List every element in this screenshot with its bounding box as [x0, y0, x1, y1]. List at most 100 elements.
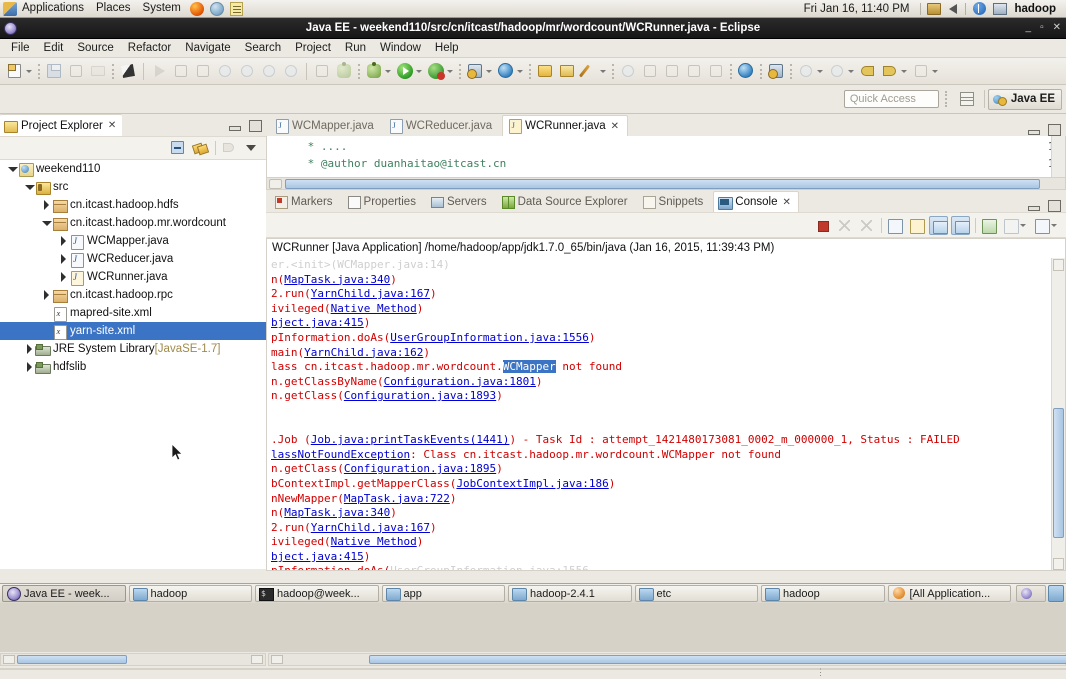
terminate-button[interactable]: [193, 61, 213, 81]
volume-icon[interactable]: [949, 4, 957, 14]
resume-button[interactable]: [149, 61, 169, 81]
tree-item-hdfslib[interactable]: hdfslib: [0, 358, 266, 376]
scroll-thumb[interactable]: [1053, 408, 1064, 538]
print-button[interactable]: [88, 61, 108, 81]
terminate-icon[interactable]: [813, 216, 832, 235]
menu-help[interactable]: Help: [428, 39, 466, 57]
scroll-right-button[interactable]: [251, 655, 263, 664]
open-type-arrow[interactable]: [517, 70, 523, 73]
tree-item-mapred-site-xml[interactable]: xmapred-site.xml: [0, 304, 266, 322]
network-icon[interactable]: [993, 3, 1007, 15]
tab-wcmapper[interactable]: J WCMapper.java: [270, 115, 382, 136]
menu-project[interactable]: Project: [288, 39, 338, 57]
twisty-open-icon[interactable]: [6, 160, 18, 178]
tab-wcreducer[interactable]: J WCReducer.java: [384, 115, 500, 136]
step-return-button[interactable]: [259, 61, 279, 81]
package-icon[interactable]: [927, 3, 941, 15]
suspend-button[interactable]: [171, 61, 191, 81]
last-edit-button[interactable]: [684, 61, 704, 81]
explorer-horizontal-scrollbar[interactable]: [0, 653, 266, 666]
skip-breakpoints-button[interactable]: [334, 61, 354, 81]
focus-on-active-task-icon[interactable]: [220, 139, 238, 157]
tree-item-cn-itcast-hadoop-hdfs[interactable]: cn.itcast.hadoop.hdfs: [0, 196, 266, 214]
stack-trace-link[interactable]: YarnChild.java:167: [311, 521, 430, 534]
new-class-arrow[interactable]: [600, 70, 606, 73]
twisty-closed-icon[interactable]: [57, 250, 69, 268]
open-perspective-button[interactable]: [766, 61, 786, 81]
pin-editor-button[interactable]: [911, 61, 931, 81]
collapse-all-icon[interactable]: [169, 139, 187, 157]
run-dropdown-arrow[interactable]: [416, 70, 422, 73]
server-arrow[interactable]: [486, 70, 492, 73]
menu-file[interactable]: File: [4, 39, 37, 57]
twisty-closed-icon[interactable]: [57, 232, 69, 250]
scroll-left-button[interactable]: [269, 179, 282, 189]
console-vertical-scrollbar[interactable]: [1051, 258, 1065, 571]
editor-horizontal-scrollbar[interactable]: [267, 177, 1066, 189]
quick-fix-button[interactable]: [118, 61, 138, 81]
menu-navigate[interactable]: Navigate: [178, 39, 237, 57]
stack-trace-link[interactable]: YarnChild.java:167: [311, 287, 430, 300]
forward-navigation-button[interactable]: [880, 61, 900, 81]
taskbar-item-etc[interactable]: etc: [635, 585, 759, 602]
menu-places[interactable]: Places: [90, 0, 137, 17]
new-console-view-icon[interactable]: [979, 216, 998, 235]
prev-annotation-button[interactable]: [662, 61, 682, 81]
project-tree[interactable]: weekend110srccn.itcast.hadoop.hdfscn.itc…: [0, 160, 266, 569]
tree-item-wcmapper-java[interactable]: JWCMapper.java: [0, 232, 266, 250]
tab-project-explorer[interactable]: Project Explorer ✕: [0, 114, 122, 136]
twisty-closed-icon[interactable]: [23, 358, 35, 376]
drop-to-frame-button[interactable]: [281, 61, 301, 81]
close-icon[interactable]: ✕: [783, 197, 791, 208]
stack-trace-link[interactable]: Native Method: [331, 535, 417, 548]
step-over-button[interactable]: [237, 61, 257, 81]
twisty-closed-icon[interactable]: [57, 268, 69, 286]
show-console-arrow[interactable]: [1020, 224, 1026, 227]
new-java-project-button[interactable]: [535, 61, 555, 81]
new-dropdown-arrow[interactable]: [26, 70, 32, 73]
stack-trace-link[interactable]: bject.java:415: [271, 316, 364, 329]
search-button[interactable]: [618, 61, 638, 81]
quick-access-input[interactable]: Quick Access: [844, 90, 939, 108]
taskbar-item-java-ee-week[interactable]: Java EE - week...: [2, 585, 126, 602]
maximize-console-icon[interactable]: [1047, 199, 1060, 212]
twisty-closed-icon[interactable]: [40, 286, 52, 304]
new-button[interactable]: [5, 61, 25, 81]
back-navigation-button[interactable]: [858, 61, 878, 81]
bluetooth-icon[interactable]: [973, 2, 986, 15]
tab-data-source-explorer[interactable]: Data Source Explorer: [497, 191, 635, 212]
stack-trace-link[interactable]: Configuration.java:1893: [344, 389, 496, 402]
user-menu[interactable]: hadoop: [1010, 3, 1062, 15]
window-preview-thumbnail[interactable]: [1016, 585, 1046, 602]
menu-applications[interactable]: Applications: [0, 0, 90, 17]
scroll-thumb[interactable]: [17, 655, 127, 664]
scroll-up-button[interactable]: [1053, 259, 1064, 271]
save-all-button[interactable]: [66, 61, 86, 81]
close-icon[interactable]: ✕: [611, 121, 619, 132]
clock-label[interactable]: Fri Jan 16, 11:40 PM: [796, 3, 918, 15]
step-into-button[interactable]: [215, 61, 235, 81]
minimize-button[interactable]: _: [1026, 23, 1032, 33]
menu-window[interactable]: Window: [373, 39, 428, 57]
stack-trace-link[interactable]: MapTask.java:722: [344, 492, 450, 505]
back-history-button[interactable]: [827, 61, 847, 81]
stack-trace-link[interactable]: Configuration.java:1895: [344, 462, 496, 475]
view-menu-icon[interactable]: [242, 139, 260, 157]
run-button[interactable]: [395, 61, 415, 81]
twisty-open-icon[interactable]: [40, 214, 52, 232]
scroll-down-button[interactable]: [1053, 558, 1064, 570]
console-horizontal-scrollbar[interactable]: [268, 653, 1066, 666]
debug-dropdown-arrow[interactable]: [385, 70, 391, 73]
editor-text-area[interactable]: 18 * .... 19 * @author duanhaitao@itcast…: [266, 136, 1066, 190]
tree-item-weekend110[interactable]: weekend110: [0, 160, 266, 178]
stack-trace-link[interactable]: MapTask.java:340: [284, 506, 390, 519]
minimize-console-icon[interactable]: [1027, 199, 1040, 212]
external-tools-arrow[interactable]: [447, 70, 453, 73]
history-arrow[interactable]: [817, 70, 823, 73]
show-console-icon[interactable]: [1001, 216, 1020, 235]
maximize-button[interactable]: ▫: [1040, 23, 1044, 33]
menu-source[interactable]: Source: [70, 39, 120, 57]
new-package-button[interactable]: [557, 61, 577, 81]
display-selected-console-icon[interactable]: [885, 216, 904, 235]
stack-trace-link[interactable]: Configuration.java:1801: [384, 375, 536, 388]
